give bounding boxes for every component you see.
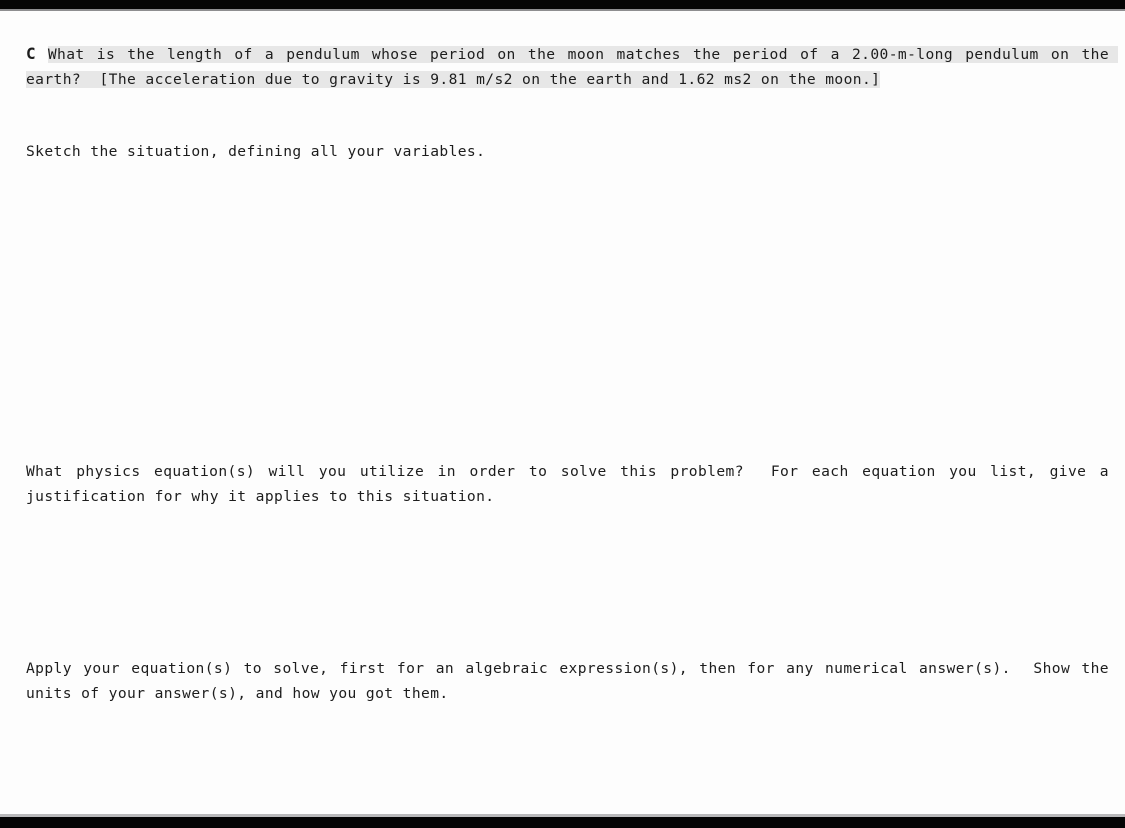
question-label: C (26, 44, 36, 63)
sketch-answer-space[interactable] (26, 171, 1109, 451)
scan-edge-bottom (0, 814, 1125, 828)
problem-statement-block: C What is the length of a pendulum whose… (26, 41, 1119, 92)
scanned-worksheet-page: C What is the length of a pendulum whose… (0, 0, 1125, 828)
equations-answer-space[interactable] (26, 516, 1109, 651)
apply-answer-space[interactable] (26, 716, 1109, 821)
scan-edge-top (0, 0, 1125, 11)
paper-sheet: C What is the length of a pendulum whose… (0, 11, 1125, 817)
apply-prompt: Apply your equation(s) to solve, first f… (26, 660, 1119, 702)
sketch-prompt: Sketch the situation, defining all your … (26, 143, 486, 160)
problem-statement-text: What is the length of a pendulum whose p… (26, 46, 1119, 88)
equations-prompt: What physics equation(s) will you utiliz… (26, 463, 1119, 505)
